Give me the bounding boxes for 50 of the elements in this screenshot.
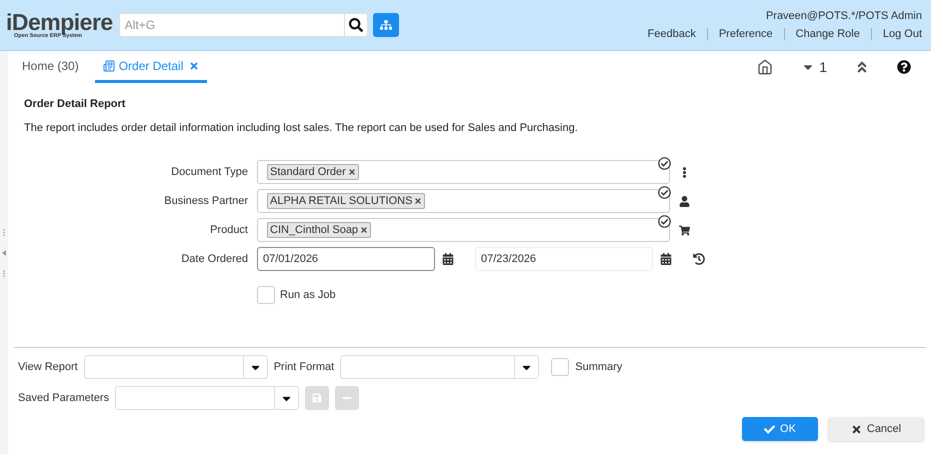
search-icon <box>348 18 363 32</box>
multi-select-field[interactable]: CIN_Cinthol Soap <box>257 218 670 242</box>
checkbox-label: Summary <box>575 361 622 373</box>
checkbox-label: Run as Job <box>280 289 336 301</box>
header-link[interactable]: Preference <box>706 28 784 40</box>
selected-chip: Standard Order <box>267 164 359 180</box>
selected-chip: CIN_Cinthol Soap <box>267 222 372 238</box>
field-label: Business Partner <box>163 195 248 207</box>
remove-icon[interactable] <box>414 197 422 205</box>
close-icon[interactable] <box>189 60 200 70</box>
field-label: Document Type <box>170 166 248 178</box>
collapse-up-icon[interactable] <box>855 60 869 74</box>
field-label: Date Ordered <box>180 253 248 265</box>
selected-chip: ALPHA RETAIL SOLUTIONS <box>267 193 426 209</box>
person-icon[interactable] <box>679 196 690 206</box>
check-icon <box>764 424 776 434</box>
header-link[interactable]: Feedback <box>636 28 707 40</box>
date-field[interactable]: 07/01/2026 <box>257 247 435 271</box>
checkbox[interactable] <box>257 286 275 304</box>
report-description: The report includes order detail information including lost sales. The report can be used for Sales and Purchasing. <box>24 122 579 134</box>
report-icon <box>102 60 115 72</box>
close-icon <box>850 424 862 434</box>
multi-select-field[interactable]: ALPHA RETAIL SOLUTIONS <box>257 189 670 213</box>
window-switch-button[interactable]: 1 <box>801 59 827 75</box>
header-link[interactable]: Change Role <box>784 28 871 40</box>
sitemap-icon <box>380 19 392 31</box>
history-icon[interactable] <box>693 253 705 265</box>
menu-tree-button[interactable] <box>372 13 399 37</box>
cancel-button[interactable]: Cancel <box>828 417 924 441</box>
checkbox[interactable] <box>551 358 570 376</box>
remove-icon[interactable] <box>348 168 356 176</box>
cart-icon[interactable] <box>679 224 690 236</box>
field-label: Saved Parameters <box>18 392 110 404</box>
help-icon[interactable] <box>897 60 911 74</box>
field-label: View Report <box>18 361 78 373</box>
date-field[interactable]: 07/23/2026 <box>475 247 653 271</box>
remove-icon[interactable] <box>360 226 368 234</box>
field-label: Print Format <box>274 361 334 373</box>
collapse-arrow-icon[interactable] <box>2 250 6 256</box>
search-field[interactable]: Alt+G <box>118 13 344 37</box>
calendar-icon[interactable] <box>660 253 672 265</box>
user-name: Praveen@POTS.*/POTS Admin <box>766 10 922 22</box>
calendar-icon[interactable] <box>442 253 454 265</box>
home-icon[interactable] <box>757 59 774 75</box>
search-button[interactable] <box>344 13 368 37</box>
report-title: Order Detail Report <box>24 98 126 110</box>
tab[interactable]: Home (30) <box>14 51 87 83</box>
header-link[interactable]: Log Out <box>870 28 922 40</box>
multi-select-field[interactable]: Standard Order <box>257 160 670 184</box>
field-label: Product <box>209 224 248 236</box>
